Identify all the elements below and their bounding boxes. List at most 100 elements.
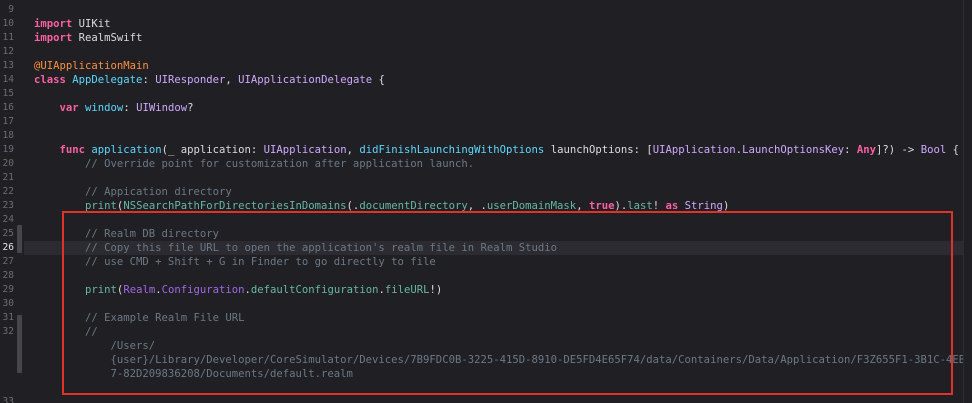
code-line[interactable] xyxy=(34,297,972,311)
code-line[interactable]: // Override point for customization afte… xyxy=(34,157,972,171)
code-line[interactable] xyxy=(34,115,972,129)
code-token: ). xyxy=(614,200,628,212)
change-indicator-bar xyxy=(17,225,22,253)
code-token: (_ application: xyxy=(161,144,264,156)
line-number: 31 xyxy=(2,312,14,323)
code-line[interactable] xyxy=(34,269,972,283)
code-line[interactable]: 7-82D209836208/Documents/default.realm xyxy=(34,367,972,381)
code-token: print xyxy=(85,200,117,212)
code-line[interactable]: import UIKit xyxy=(34,17,972,31)
code-token: application xyxy=(91,144,162,156)
code-token: { xyxy=(372,74,385,86)
line-number: 15 xyxy=(2,88,14,99)
code-token: didFinishLaunchingWithOptions xyxy=(359,144,545,156)
code-line[interactable]: // Appication directory xyxy=(34,185,972,199)
code-line[interactable]: // Realm DB directory xyxy=(34,227,972,241)
code-token: import xyxy=(34,32,73,44)
code-line[interactable] xyxy=(34,87,972,101)
code-line[interactable] xyxy=(34,45,972,59)
code-token: // use CMD + Shift + G in Finder to go d… xyxy=(34,256,436,268)
line-number: 30 xyxy=(2,298,14,309)
vertical-scrollbar[interactable] xyxy=(963,0,972,403)
code-token: documentDirectory xyxy=(359,200,468,212)
code-line[interactable]: /Users/ xyxy=(34,339,972,353)
code-token: UIResponder xyxy=(155,74,226,86)
code-token: import xyxy=(34,18,73,30)
line-number: 27 xyxy=(2,256,14,267)
line-number: 25 xyxy=(2,228,14,239)
code-token: , xyxy=(225,74,239,86)
code-token: AppDelegate xyxy=(72,74,143,86)
code-line[interactable]: var window: UIWindow? xyxy=(34,101,972,115)
line-number: 29 xyxy=(2,284,14,295)
code-token: UIApplicationDelegate xyxy=(238,74,373,86)
code-token: , xyxy=(576,200,589,212)
line-number: 13 xyxy=(2,60,14,71)
line-number: 14 xyxy=(2,74,14,85)
code-token: {user}/Library/Developer/CoreSimulator/D… xyxy=(34,354,972,366)
code-token: Realm xyxy=(123,284,156,296)
code-token: // Override point for customization afte… xyxy=(34,158,475,170)
line-number: 19 xyxy=(2,144,14,155)
code-token: /Users/ xyxy=(34,340,156,352)
line-number: 11 xyxy=(2,32,14,43)
code-token: RealmSwift xyxy=(72,32,143,44)
code-line[interactable] xyxy=(34,395,972,403)
code-line[interactable] xyxy=(34,213,972,227)
line-number: 18 xyxy=(2,130,14,141)
line-number: 12 xyxy=(2,46,14,57)
code-line[interactable]: class AppDelegate: UIResponder, UIApplic… xyxy=(34,73,972,87)
code-line[interactable]: func application(_ application: UIApplic… xyxy=(34,143,972,157)
code-line[interactable]: print(Realm.Configuration.defaultConfigu… xyxy=(34,283,972,297)
line-number: 21 xyxy=(2,172,14,183)
code-line[interactable]: // Example Realm File URL xyxy=(34,311,972,325)
code-line[interactable]: @UIApplicationMain xyxy=(34,59,972,73)
code-token: func xyxy=(59,144,86,156)
line-number: 17 xyxy=(2,116,14,127)
code-token: ! xyxy=(652,200,666,212)
code-line[interactable]: // Copy this file URL to open the applic… xyxy=(34,241,972,255)
code-token: @UIApplicationMain xyxy=(34,60,149,72)
code-token: userDomainMask xyxy=(486,200,577,212)
code-token: UIApplication xyxy=(652,144,736,156)
line-number: 9 xyxy=(8,4,14,15)
code-token: String xyxy=(684,200,723,212)
code-token: UIKit xyxy=(72,18,111,30)
code-line[interactable] xyxy=(34,3,972,17)
code-token: as xyxy=(665,200,679,212)
line-number: 10 xyxy=(2,18,14,29)
code-token: Configuration xyxy=(161,284,245,296)
code-line[interactable]: print(NSSearchPathForDirectoriesInDomain… xyxy=(34,199,972,213)
code-token: // xyxy=(34,326,98,338)
code-token: last xyxy=(627,200,653,212)
code-line[interactable]: // use CMD + Shift + G in Finder to go d… xyxy=(34,255,972,269)
code-line[interactable] xyxy=(34,171,972,185)
code-line[interactable]: import RealmSwift xyxy=(34,31,972,45)
code-line[interactable]: {user}/Library/Developer/CoreSimulator/D… xyxy=(34,353,972,367)
line-number: 20 xyxy=(2,158,14,169)
line-number: 33 xyxy=(2,396,14,403)
line-number: 26 xyxy=(2,242,14,253)
code-line[interactable] xyxy=(34,381,972,395)
code-token: Bool xyxy=(920,144,947,156)
code-editor[interactable]: 9 10 import UIKit 11 import RealmSwift 12 13 @U… xyxy=(0,0,972,403)
line-number: 24 xyxy=(2,214,14,225)
code-line[interactable] xyxy=(34,129,972,143)
change-indicator-bar xyxy=(17,315,22,373)
code-token: : xyxy=(123,102,137,114)
code-line[interactable]: // xyxy=(34,325,972,339)
code-token: fileURL xyxy=(384,284,430,296)
code-token: 7-82D209836208/Documents/default.realm xyxy=(34,368,353,380)
code-token: ]?) -> xyxy=(876,144,921,156)
code-token: // Example Realm File URL xyxy=(34,312,245,324)
code-token: NSSearchPathForDirectoriesInDomains xyxy=(123,200,347,212)
code-token: window xyxy=(85,102,124,114)
code-token: : xyxy=(844,144,857,156)
line-number: 28 xyxy=(2,270,14,281)
line-number: 16 xyxy=(2,102,14,113)
code-token: true xyxy=(588,200,615,212)
